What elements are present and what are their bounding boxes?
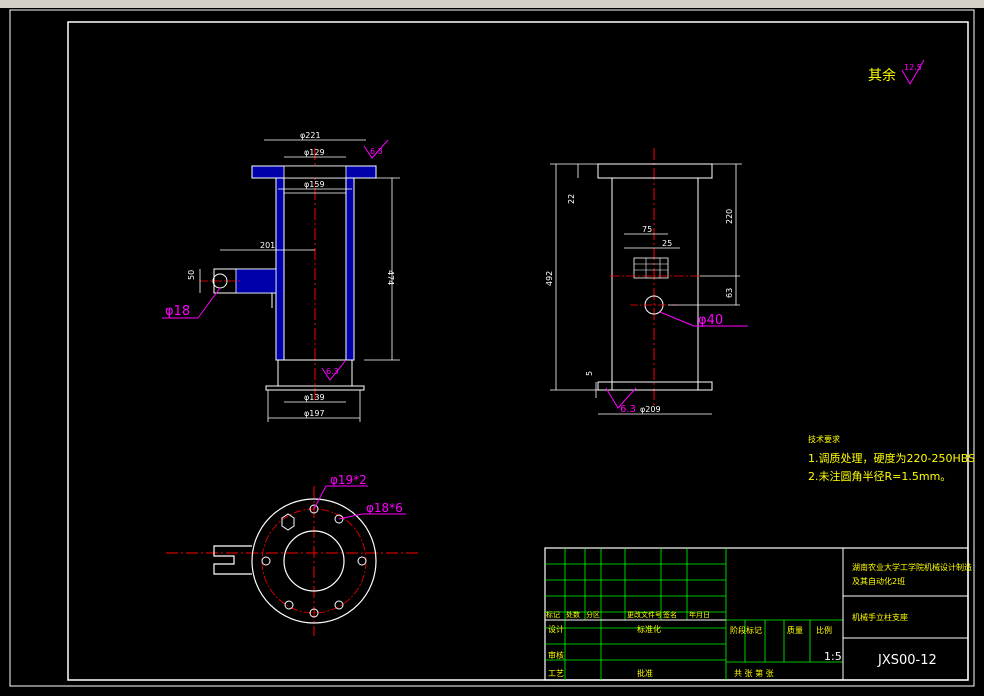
svg-text:5: 5	[585, 371, 594, 376]
svg-text:6.3: 6.3	[620, 404, 636, 415]
svg-text:φ129: φ129	[304, 148, 325, 157]
svg-text:220: 220	[725, 209, 734, 224]
svg-text:492: 492	[545, 271, 554, 286]
svg-text:6.3: 6.3	[326, 367, 339, 376]
svg-text:审核: 审核	[548, 650, 564, 660]
svg-text:标记: 标记	[546, 610, 560, 619]
svg-text:比例: 比例	[816, 625, 832, 635]
svg-text:201: 201	[260, 241, 275, 250]
svg-text:阶段标记: 阶段标记	[730, 625, 762, 635]
svg-text:1:5: 1:5	[824, 650, 842, 663]
svg-text:φ139: φ139	[304, 393, 325, 402]
svg-text:474: 474	[386, 270, 395, 285]
title-block: 标记 处数 分区 更改文件号 签名 年月日 设计 标准化 阶段标记 质量 比例 …	[544, 547, 972, 681]
svg-text:75: 75	[642, 225, 652, 234]
svg-text:标准化: 标准化	[637, 624, 661, 634]
svg-text:年月日: 年月日	[689, 610, 710, 619]
svg-text:φ18: φ18	[165, 304, 190, 319]
svg-text:50: 50	[187, 270, 196, 280]
svg-text:其余: 其余	[868, 67, 896, 84]
svg-text:φ197: φ197	[304, 409, 325, 418]
svg-text:机械手立柱支座: 机械手立柱支座	[852, 612, 908, 622]
window-top-bar	[0, 0, 984, 8]
plan-view: φ19*2 φ18*6	[166, 473, 420, 636]
svg-text:φ40: φ40	[698, 313, 723, 328]
svg-text:63: 63	[725, 288, 734, 298]
svg-text:更改文件号: 更改文件号	[627, 610, 662, 619]
svg-text:湖南农业大学工学院机械设计制造: 湖南农业大学工学院机械设计制造	[852, 562, 972, 572]
svg-text:25: 25	[662, 239, 672, 248]
svg-text:批准: 批准	[637, 668, 653, 678]
svg-text:处数: 处数	[566, 610, 580, 619]
svg-text:共 张 第 张: 共 张 第 张	[734, 668, 774, 678]
svg-text:及其自动化2班: 及其自动化2班	[852, 576, 905, 586]
svg-text:分区: 分区	[586, 610, 600, 619]
surface-finish-note: 其余 12.5	[868, 59, 925, 85]
svg-text:6.3: 6.3	[370, 147, 383, 156]
svg-text:质量: 质量	[787, 625, 803, 635]
svg-text:22: 22	[567, 194, 576, 204]
svg-text:φ221: φ221	[300, 131, 321, 140]
technical-requirements: 技术要求 1.调质处理，硬度为220-250HBS 2.未注圆角半径R=1.5m…	[808, 434, 975, 483]
svg-text:φ159: φ159	[304, 180, 325, 189]
cad-drawing: 其余 12.5 φ221 φ129 φ159 201 50 474 φ139 φ…	[9, 9, 975, 687]
svg-text:φ18*6: φ18*6	[366, 501, 403, 515]
svg-text:签名: 签名	[663, 610, 677, 619]
front-view: φ221 φ129 φ159 201 50 474 φ139 φ197 φ18 …	[162, 131, 400, 422]
svg-text:JXS00-12: JXS00-12	[877, 653, 937, 668]
side-view: 75 25 22 492 220 63 5 φ209 φ40 6.3	[545, 148, 748, 415]
outer-border	[9, 9, 975, 687]
svg-text:1.调质处理，硬度为220-250HBS: 1.调质处理，硬度为220-250HBS	[808, 451, 975, 465]
svg-text:φ19*2: φ19*2	[330, 473, 367, 487]
svg-text:12.5: 12.5	[904, 63, 922, 72]
drawing-border	[67, 21, 969, 681]
svg-text:工艺: 工艺	[548, 669, 564, 678]
svg-text:φ209: φ209	[640, 405, 661, 414]
svg-text:设计: 设计	[548, 624, 564, 634]
svg-text:2.未注圆角半径R=1.5mm。: 2.未注圆角半径R=1.5mm。	[808, 469, 951, 483]
svg-text:技术要求: 技术要求	[808, 434, 840, 444]
